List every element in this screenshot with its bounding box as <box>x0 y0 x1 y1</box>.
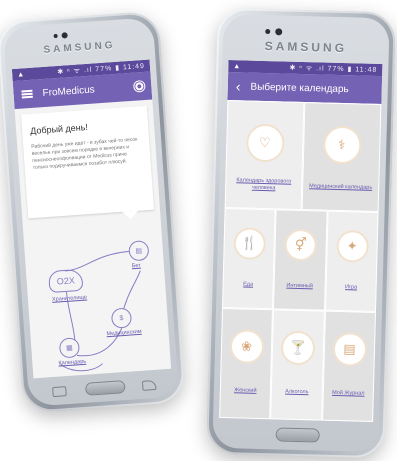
recent-apps-key[interactable] <box>52 386 67 398</box>
gear-icon[interactable] <box>135 82 144 91</box>
stethoscope-icon: ⚕ <box>324 127 360 163</box>
home-button[interactable] <box>275 427 320 443</box>
home-button[interactable] <box>84 380 126 396</box>
greeting-card: Добрый день! Рабочий день уже идёт - в з… <box>21 105 154 219</box>
right-phone: SAMSUNG ▲ ✱ ⁿ ᯤ .ıl 77% ▮ 11:48 ‹ Выбери… <box>206 7 396 459</box>
tile-medical[interactable]: ⚕ Медицинский календарь <box>301 102 382 213</box>
flow-connectors <box>60 250 141 372</box>
back-arrow-icon[interactable]: ‹ <box>236 78 241 94</box>
lotus-icon: ❀ <box>231 331 262 362</box>
fork-knife-icon: 🍴 <box>234 229 264 259</box>
right-screen: ▲ ✱ ⁿ ᯤ .ıl 77% ▮ 11:48 ‹ Выберите кален… <box>219 60 383 422</box>
app-bar: ‹ Выберите календарь <box>227 72 383 105</box>
tile-label: Алкоголь <box>285 388 309 396</box>
cloud-icon[interactable]: O2X <box>48 268 84 294</box>
menu-icon[interactable] <box>21 89 33 99</box>
tile-label: Медицинский календарь <box>309 183 373 191</box>
status-left: ▲ <box>233 62 241 70</box>
tile-intimate[interactable]: ⚥ Интимный <box>272 209 328 311</box>
tile-female[interactable]: ❀ Женский <box>219 307 273 420</box>
cloud-label: O2X <box>56 275 76 287</box>
tile-healthy[interactable]: ♡ Календарь здорового человека <box>224 100 305 211</box>
cocktail-icon: 🍸 <box>282 332 314 364</box>
tile-label: Игра <box>344 284 358 291</box>
app-title: Выберите календарь <box>250 81 349 95</box>
earpiece <box>265 28 271 35</box>
game-icon: ✦ <box>337 231 367 261</box>
greeting-text: Рабочий день уже идёт - в зубах чей-то п… <box>31 136 138 171</box>
calendar-grid: ♡ Календарь здорового человека ⚕ Медицин… <box>219 100 382 422</box>
heart-pulse-icon: ♡ <box>247 125 283 161</box>
left-screen: ▲ ✱ ⁿ ᯤ .ıl 77% ▮ 11:49 FroMedicus Добры… <box>11 59 172 379</box>
tile-journal[interactable]: ▤ Мой Журнал <box>322 310 376 422</box>
tile-label: Мой Журнал <box>332 389 365 397</box>
journal-icon: ▤ <box>334 333 365 365</box>
greeting-title: Добрый день! <box>29 122 89 137</box>
tile-label: Интимный <box>286 282 313 290</box>
tile-label: Женский <box>234 387 257 394</box>
tile-alcohol[interactable]: 🍸 Алкоголь <box>270 309 325 421</box>
status-right: ✱ ⁿ ᯤ .ıl 77% ▮ 11:48 <box>289 64 378 74</box>
tile-label: Календарь здорового человека <box>236 177 292 192</box>
gender-icon: ⚥ <box>286 230 316 260</box>
tile-food[interactable]: 🍴 Еда <box>222 207 276 310</box>
left-phone: SAMSUNG ▲ ✱ ⁿ ᯤ .ıl 77% ▮ 11:49 FroMedic… <box>0 10 186 414</box>
tile-game[interactable]: ✦ Игра <box>324 210 379 312</box>
node-label-bet[interactable]: Бет <box>132 263 141 270</box>
tile-label: Еда <box>243 281 254 288</box>
status-left: ▲ <box>17 70 25 79</box>
app-title: FroMedicus <box>42 83 96 99</box>
